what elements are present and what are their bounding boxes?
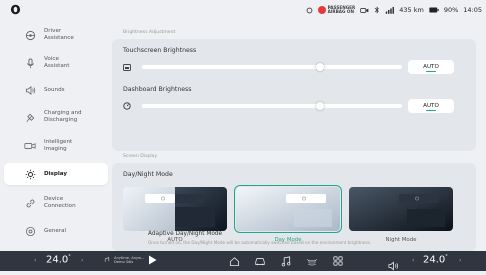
left-temp-degree: °	[68, 254, 71, 260]
adaptive-mode-title: Adaptive Day/Night Mode	[148, 231, 223, 237]
360-view-icon[interactable]	[306, 255, 318, 267]
right-temp-increase-icon[interactable]: ›	[459, 257, 461, 264]
screen-icon	[123, 63, 131, 71]
right-temp-degree: °	[445, 254, 448, 260]
right-temp-value: 24.0	[423, 254, 446, 266]
speaker-icon	[24, 84, 36, 96]
sidebar-item-label: Sounds	[44, 86, 65, 93]
slider-thumb[interactable]	[316, 102, 324, 110]
touchscreen-auto-button[interactable]: AUTO	[408, 60, 454, 74]
slider-track[interactable]	[142, 102, 402, 110]
airbag-line2: AIRBAG ON	[327, 9, 354, 14]
sidebar-item-label: Voice Assistant	[44, 56, 70, 69]
sidebar-item-label: Driver Assistance	[44, 28, 74, 41]
music-source-icon	[104, 257, 110, 262]
status-bar: PASSENGER AIRBAG ON 435 km 90% 14:05	[0, 0, 486, 20]
battery-percent: 90%	[443, 6, 459, 14]
dashboard-auto-button[interactable]: AUTO	[408, 99, 454, 113]
slider-fill	[142, 65, 319, 69]
home-icon[interactable]	[228, 255, 240, 267]
bluetooth-icon	[374, 6, 380, 14]
tire-pressure-icon	[306, 7, 312, 13]
left-temp-decrease-icon[interactable]: ‹	[34, 257, 36, 264]
display-settings-panel: Brightness Adjustment Touchscreen Bright…	[110, 20, 478, 265]
media-player[interactable]: Anytime, Anyw... Demo Sdis	[104, 255, 157, 265]
mode-option-day[interactable]	[234, 185, 342, 233]
sidebar-item-label: Display	[44, 170, 68, 177]
sidebar-item-label: General	[44, 227, 67, 234]
status-indicators: PASSENGER AIRBAG ON 435 km 90% 14:05	[306, 4, 482, 16]
left-temperature[interactable]: 24.0°	[46, 254, 71, 265]
sidebar-item-device-connection[interactable]: Device Connection	[4, 192, 108, 214]
settings-icon	[24, 225, 36, 237]
app-grid-icon[interactable]	[332, 255, 344, 267]
steering-wheel-icon	[24, 29, 36, 41]
media-artist: Demo Sdis	[114, 260, 134, 264]
bottom-dock: ‹ 24.0° › Anytime, Anyw... Demo Sdis ‹ 2…	[0, 251, 486, 271]
camera-recording-icon	[360, 7, 369, 13]
settings-sidebar: Driver Assistance Voice Assistant Sounds…	[0, 20, 110, 251]
right-temp-decrease-icon[interactable]: ‹	[412, 257, 414, 264]
music-icon[interactable]	[280, 255, 292, 267]
slider-track[interactable]	[142, 63, 402, 71]
play-icon[interactable]	[148, 255, 157, 265]
sun-icon	[24, 168, 36, 180]
brand-logo-icon	[10, 4, 21, 15]
dashboard-gauge-icon	[123, 102, 131, 110]
right-temperature[interactable]: 24.0°	[423, 254, 448, 265]
microphone-icon	[24, 57, 36, 69]
battery-icon	[429, 7, 439, 13]
signal-icon	[385, 7, 395, 14]
sidebar-item-driver-assistance[interactable]: Driver Assistance	[4, 24, 108, 46]
touchscreen-brightness-label: Touchscreen Brightness	[123, 47, 197, 54]
adaptive-mode-description: Once turned on, the Day/Night Mode will …	[148, 240, 372, 245]
mode-option-auto[interactable]	[123, 187, 227, 231]
section-title-brightness: Brightness Adjustment	[123, 30, 176, 35]
sidebar-item-display[interactable]: Display	[4, 163, 108, 185]
camera-icon	[24, 140, 36, 152]
mode-option-night[interactable]	[349, 187, 453, 231]
sidebar-item-voice-assistant[interactable]: Voice Assistant	[4, 52, 108, 74]
screen-display-card: Day/Night Mode AUTO Day Mode Night Mode	[112, 163, 476, 265]
sidebar-item-charging[interactable]: Charging and Discharging	[4, 106, 108, 128]
sidebar-item-label: Intelligent Imaging	[44, 139, 73, 152]
range-text: 435 km	[399, 6, 424, 14]
link-icon	[24, 197, 36, 209]
car-icon[interactable]	[254, 255, 266, 267]
dashboard-brightness-slider[interactable]	[123, 101, 403, 111]
clock: 14:05	[463, 6, 482, 14]
airbag-status: PASSENGER AIRBAG ON	[317, 5, 355, 15]
left-temp-increase-icon[interactable]: ›	[81, 257, 83, 264]
volume-icon[interactable]	[388, 256, 399, 275]
day-night-mode-title: Day/Night Mode	[123, 171, 173, 178]
slider-fill	[142, 104, 319, 108]
sidebar-item-label: Charging and Discharging	[44, 110, 82, 123]
charging-plug-icon	[24, 111, 36, 123]
sidebar-item-intelligent-imaging[interactable]: Intelligent Imaging	[4, 135, 108, 157]
left-temp-value: 24.0	[46, 254, 69, 266]
dock-app-icons	[228, 255, 344, 267]
airbag-icon	[317, 6, 326, 14]
slider-thumb[interactable]	[316, 63, 324, 71]
dashboard-brightness-label: Dashboard Brightness	[123, 86, 192, 93]
sidebar-item-sounds[interactable]: Sounds	[4, 79, 108, 101]
sidebar-item-label: Device Connection	[44, 196, 76, 209]
touchscreen-brightness-slider[interactable]	[123, 62, 403, 72]
brightness-card: Touchscreen Brightness AUTO Dashboard Br…	[112, 39, 476, 151]
sidebar-item-general[interactable]: General	[4, 220, 108, 242]
